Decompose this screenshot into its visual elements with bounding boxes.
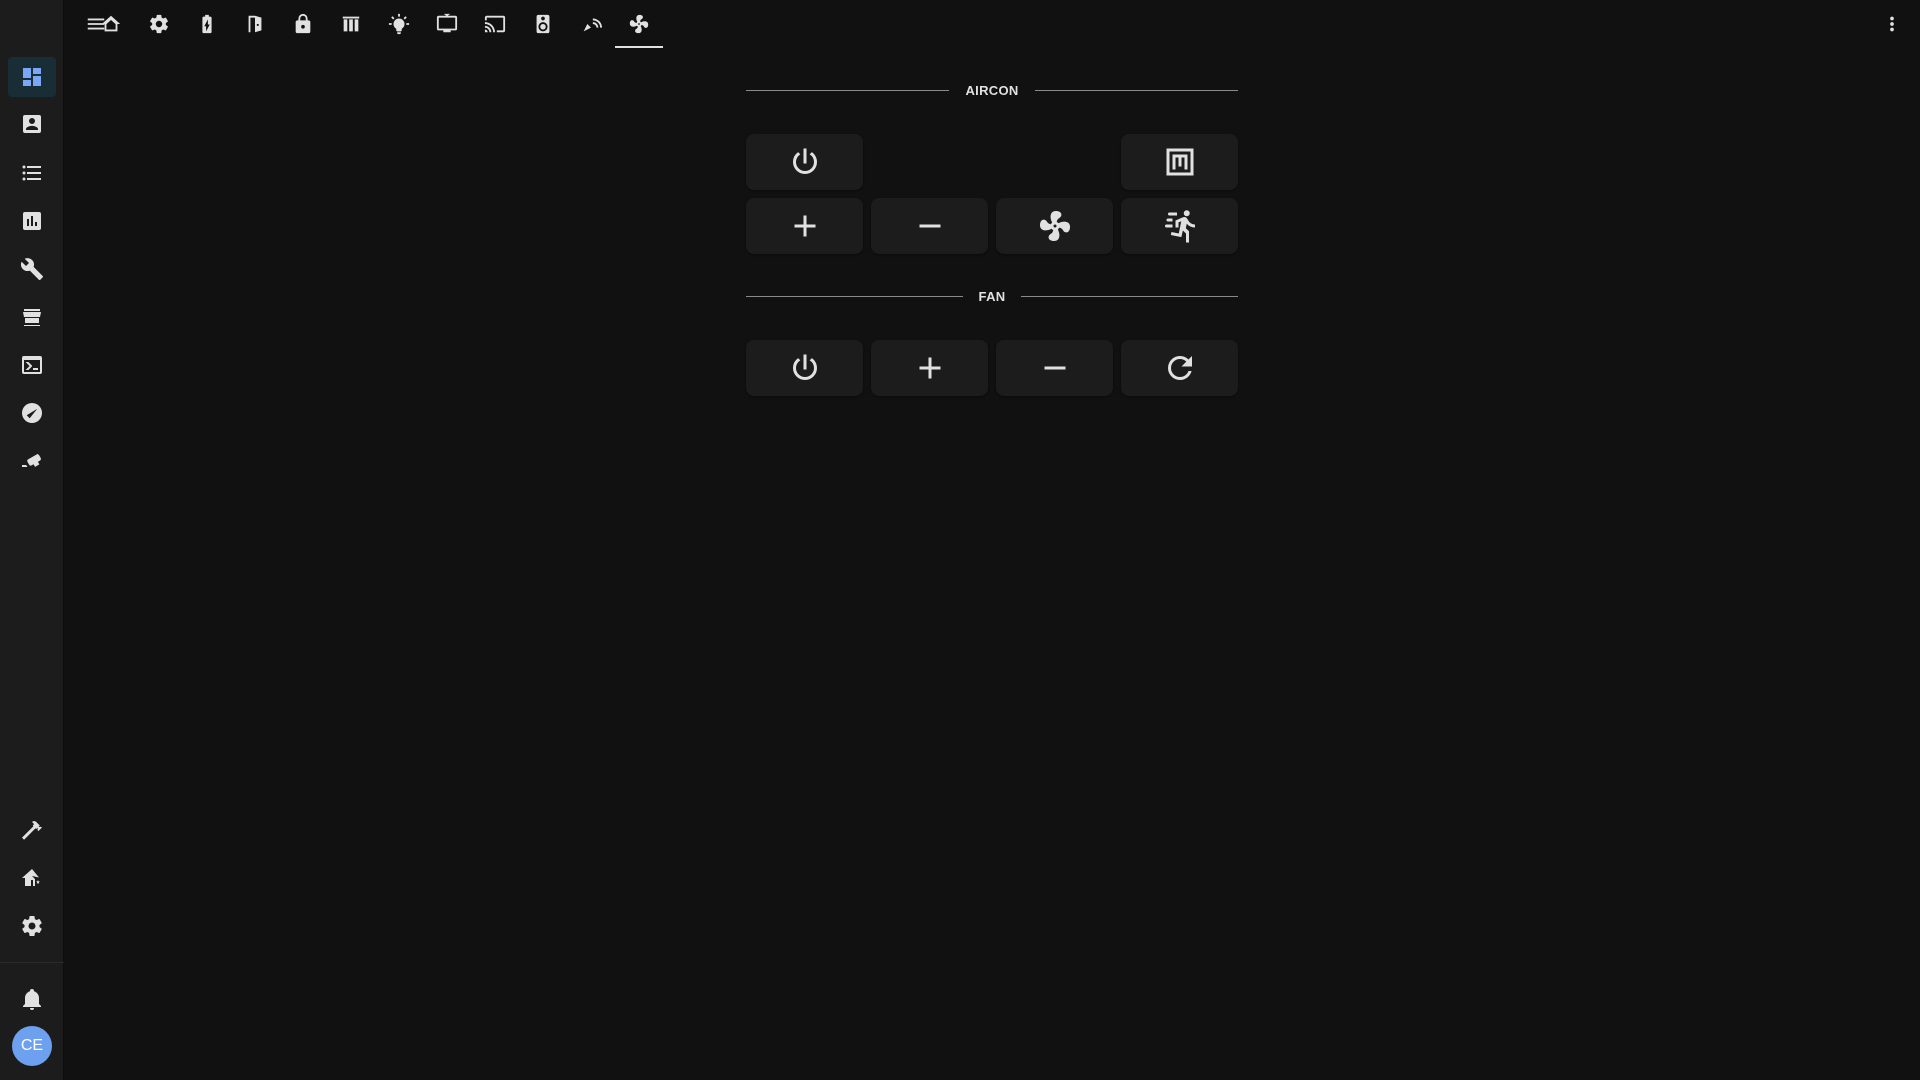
sidebar-item-profile[interactable] (8, 104, 56, 144)
blinds-icon (342, 16, 360, 32)
fan-speed-up-button[interactable] (871, 340, 988, 396)
divider-line (1021, 296, 1238, 297)
plus-icon (794, 215, 815, 237)
tab-fans[interactable] (615, 0, 663, 48)
minus-icon (919, 224, 940, 228)
aircon-power-button[interactable] (746, 134, 863, 190)
fan-icon (1039, 211, 1070, 241)
list-icon (22, 165, 41, 181)
terminal-icon (22, 356, 42, 374)
power-icon (792, 148, 817, 174)
dots-vertical-icon (1890, 16, 1894, 32)
battery-charging-icon (202, 14, 212, 34)
run-fast-icon (1164, 210, 1195, 243)
fan-title: FAN (978, 289, 1006, 304)
sidebar: CE (0, 0, 64, 1080)
sidebar-item-logbook[interactable] (8, 153, 56, 193)
divider-line (746, 296, 963, 297)
sidebar-item-notifications[interactable] (8, 979, 56, 1019)
wrench-icon (20, 258, 43, 280)
home-gear-icon (22, 869, 40, 886)
door-icon (248, 15, 262, 33)
chart-icon (23, 212, 41, 230)
sidebar-item-terminal[interactable] (8, 345, 56, 385)
gear-icon (150, 14, 168, 34)
sidebar-item-supervisor[interactable] (8, 858, 56, 898)
sidebar-item-settings[interactable] (8, 906, 56, 946)
fan-oscillate-button[interactable] (1121, 340, 1238, 396)
hammer-icon (22, 821, 42, 840)
aircon-title: AIRCON (965, 83, 1019, 98)
rotate-icon (1167, 356, 1192, 380)
avatar[interactable]: CE (12, 1026, 52, 1066)
sidebar-item-overview[interactable] (8, 57, 56, 97)
divider-line (1034, 90, 1239, 91)
tab-blinds[interactable] (327, 0, 375, 48)
tab-cast[interactable] (471, 0, 519, 48)
sidebar-item-hacs[interactable] (8, 297, 56, 337)
cctv-icon (22, 453, 41, 467)
tab-tv[interactable] (423, 0, 471, 48)
tab-network[interactable] (567, 0, 615, 48)
lock-icon (295, 13, 311, 34)
aircon-temp-up-button[interactable] (746, 198, 863, 254)
bell-icon (23, 989, 41, 1010)
more-options-button[interactable] (1880, 12, 1904, 36)
fan-speed-down-button[interactable] (996, 340, 1113, 396)
signal-icon (583, 18, 602, 32)
aircon-section-header: AIRCON (746, 83, 1239, 98)
cast-icon (484, 15, 506, 33)
power-icon (792, 354, 817, 380)
sidebar-item-tools[interactable] (8, 249, 56, 289)
plus-icon (919, 357, 940, 379)
aircon-fan-button[interactable] (996, 198, 1113, 254)
aircon-temp-down-button[interactable] (871, 198, 988, 254)
tab-settings[interactable] (135, 0, 183, 48)
mode-icon (1166, 148, 1193, 176)
fan-power-button[interactable] (746, 340, 863, 396)
tab-home[interactable] (87, 0, 135, 48)
minus-icon (1044, 366, 1065, 370)
account-box-icon (23, 115, 41, 133)
compass-icon (22, 403, 42, 423)
television-icon (436, 13, 458, 33)
speaker-icon (536, 14, 550, 34)
home-icon (101, 15, 121, 32)
fan-section-header: FAN (746, 289, 1238, 304)
aircon-mode-button[interactable] (1121, 134, 1238, 190)
tab-speakers[interactable] (519, 0, 567, 48)
fan-icon (629, 14, 649, 34)
hacs-store-icon (23, 309, 41, 326)
tab-energy[interactable] (183, 0, 231, 48)
aircon-turbo-button[interactable] (1121, 198, 1238, 254)
tab-lights[interactable] (375, 0, 423, 48)
divider-line (746, 90, 950, 91)
dashboard-icon (23, 68, 41, 86)
tab-doors[interactable] (231, 0, 279, 48)
tab-locks[interactable] (279, 0, 327, 48)
settings-icon (22, 916, 42, 936)
sidebar-item-cameras[interactable] (8, 441, 56, 481)
sidebar-item-browser[interactable] (8, 393, 56, 433)
top-toolbar (64, 0, 1920, 48)
sidebar-item-history[interactable] (8, 201, 56, 241)
sidebar-item-developer-tools[interactable] (8, 810, 56, 850)
lightbulb-icon (388, 13, 410, 35)
sidebar-divider (0, 962, 64, 963)
